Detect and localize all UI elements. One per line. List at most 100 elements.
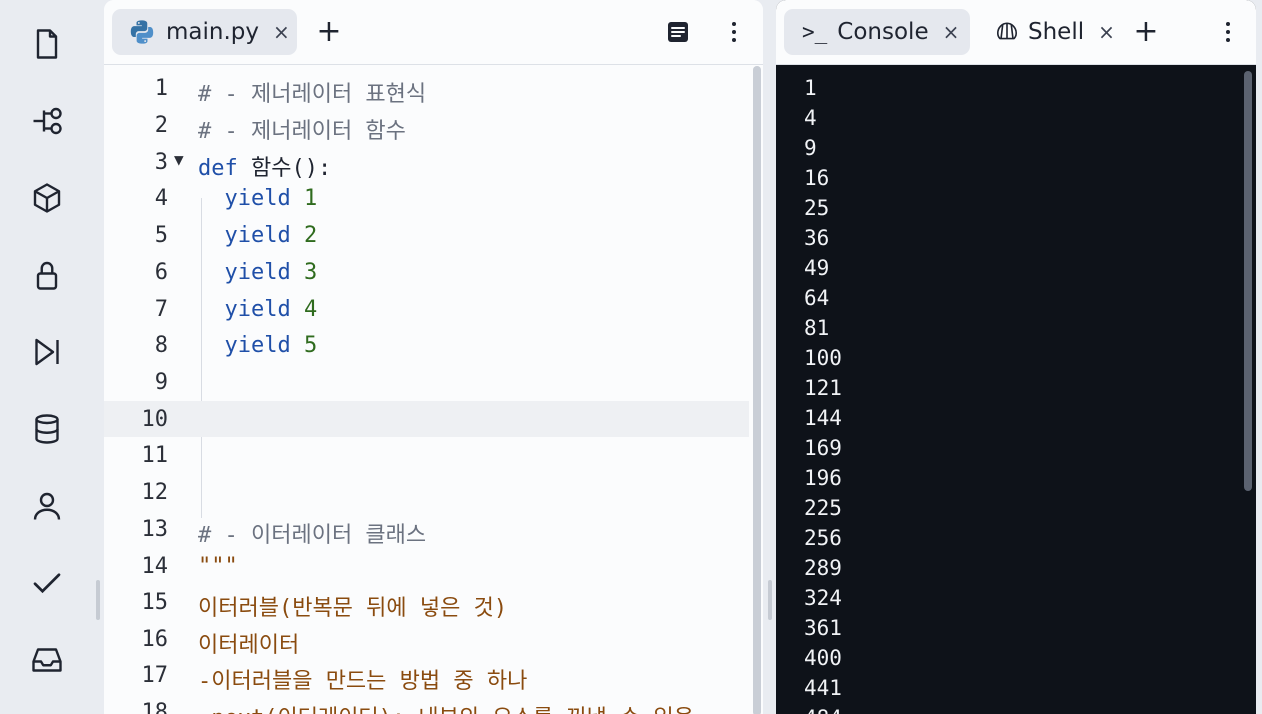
close-tab-button[interactable]: ×	[1098, 20, 1115, 44]
console-output-area[interactable]: 1 4 9 16 25 36 49 64 81 100 121 144 169 196 225 256 289 3…	[776, 65, 1256, 714]
user-icon[interactable]	[26, 485, 68, 527]
function-signature: 함수():	[237, 156, 332, 181]
line-number: 2	[154, 113, 168, 138]
console-output-line: 169	[804, 436, 842, 460]
scrollbar-thumb[interactable]	[753, 66, 761, 714]
code-line-current[interactable]: 10	[104, 401, 749, 437]
console-output-line: 49	[804, 256, 830, 280]
console-output-line: 4	[804, 106, 817, 130]
console-more-icon[interactable]	[1218, 14, 1238, 50]
console-scrollbar[interactable]	[1244, 71, 1252, 491]
line-number: 9	[154, 370, 168, 395]
code-area[interactable]: 1 # - 제너레이터 표현식 2 # - 제너레이터 함수 3 ▼ def 함…	[104, 64, 749, 714]
code-line[interactable]: 13 # - 이터레이터 클래스	[104, 511, 749, 548]
fold-arrow-icon[interactable]: ▼	[174, 150, 184, 169]
line-number: 7	[154, 297, 168, 322]
keyword: yield	[198, 186, 291, 211]
console-output-line: 100	[804, 346, 842, 370]
editor-more-icon[interactable]	[724, 14, 744, 50]
line-number: 12	[141, 480, 169, 505]
console-output-line: 196	[804, 466, 842, 490]
python-icon	[128, 18, 156, 46]
lock-icon[interactable]	[26, 254, 68, 296]
code-line[interactable]: 9	[104, 364, 749, 400]
number-literal: 4	[290, 297, 318, 322]
code-line[interactable]: 1 # - 제너레이터 표현식	[104, 70, 749, 107]
code-line[interactable]: 6 yield 3	[104, 254, 749, 290]
line-text: # - 제너레이터 함수	[198, 119, 406, 144]
code-line[interactable]: 16 이터레이터	[104, 621, 749, 658]
tab-main-py[interactable]: main.py ×	[112, 9, 297, 55]
line-number: 13	[141, 517, 169, 542]
tab-label: main.py	[166, 19, 259, 45]
number-literal: 1	[290, 186, 318, 211]
keyword: yield	[198, 260, 291, 285]
number-literal: 2	[290, 223, 318, 248]
new-tab-button[interactable]: +	[1128, 14, 1164, 50]
code-line[interactable]: 7 yield 4	[104, 291, 749, 327]
code-line[interactable]: 17 -이터러블을 만드는 방법 중 하나	[104, 657, 749, 694]
line-number: 6	[154, 260, 168, 285]
console-output-line: 25	[804, 196, 830, 220]
line-text: 이터러블(반복문 뒤에 넣은 것)	[198, 596, 508, 621]
line-text: # - 이터레이터 클래스	[198, 523, 427, 548]
console-output-line: 400	[804, 646, 842, 670]
line-text: # - 제너레이터 표현식	[198, 82, 427, 107]
close-tab-button[interactable]: ×	[273, 20, 290, 44]
resize-handle[interactable]	[768, 580, 772, 620]
code-line[interactable]: 12	[104, 474, 749, 510]
package-icon[interactable]	[26, 177, 68, 219]
keyword: yield	[198, 223, 291, 248]
code-line[interactable]: 11	[104, 437, 749, 473]
console-output-line: 289	[804, 556, 842, 580]
keyword: def	[198, 156, 238, 181]
code-line[interactable]: 3 ▼ def 함수():	[104, 144, 749, 181]
debugger-icon[interactable]	[26, 331, 68, 373]
console-output-line: 324	[804, 586, 842, 610]
console-output-line: 81	[804, 316, 830, 340]
line-text: -이터러블을 만드는 방법 중 하나	[198, 669, 528, 694]
console-panel: >_ Console × Shell × + 1 4 9 16 25 36 49 64 81 10…	[776, 0, 1256, 714]
code-line[interactable]: 8 yield 5	[104, 327, 749, 363]
check-icon[interactable]	[26, 562, 68, 604]
line-number: 14	[141, 554, 169, 579]
file-icon[interactable]	[26, 23, 68, 65]
console-output-line: 484	[804, 703, 842, 714]
console-output-line: 64	[804, 286, 830, 310]
line-number: 4	[154, 186, 168, 211]
line-number: 15	[141, 590, 169, 615]
tab-shell[interactable]: Shell ×	[982, 9, 1122, 55]
console-output-line: 144	[804, 406, 842, 430]
number-literal: 5	[290, 333, 318, 358]
console-output-line: 256	[804, 526, 842, 550]
editor-scrollbar[interactable]	[753, 66, 761, 714]
console-output: 1 4 9 16 25 36 49 64 81 100 121 144 169 196 225 256 289 3…	[804, 73, 842, 714]
console-output-line: 225	[804, 496, 842, 520]
code-line[interactable]: 2 # - 제너레이터 함수	[104, 107, 749, 144]
format-icon[interactable]	[665, 20, 691, 44]
keyword: yield	[198, 333, 291, 358]
code-line[interactable]: 4 yield 1	[104, 180, 749, 216]
console-output-line: 361	[804, 616, 842, 640]
shell-icon	[994, 19, 1020, 45]
line-number: 8	[154, 333, 168, 358]
editor-tabbar: main.py × +	[104, 0, 763, 65]
activity-bar	[0, 0, 92, 714]
code-line[interactable]: 18 -next(이터레이터): 내부의 요소를 꺼낼 수 있음	[104, 694, 749, 714]
line-number: 16	[141, 627, 169, 652]
inbox-icon[interactable]	[26, 639, 68, 681]
line-number: 17	[141, 663, 169, 688]
console-output-line: 36	[804, 226, 830, 250]
database-icon[interactable]	[26, 408, 68, 450]
code-line[interactable]: 15 이터러블(반복문 뒤에 넣은 것)	[104, 584, 749, 621]
keyword: yield	[198, 297, 291, 322]
resize-handle[interactable]	[96, 580, 100, 620]
close-tab-button[interactable]: ×	[943, 20, 960, 44]
tab-console[interactable]: >_ Console ×	[784, 9, 970, 55]
git-branch-icon[interactable]	[26, 100, 68, 142]
code-line[interactable]: 14 """	[104, 548, 749, 584]
new-tab-button[interactable]: +	[311, 14, 347, 50]
line-text: 이터레이터	[198, 633, 300, 658]
editor-panel: main.py × + 1 # - 제너레이터 표현식 2 # - 제너레이터 …	[104, 0, 763, 714]
code-line[interactable]: 5 yield 2	[104, 217, 749, 253]
